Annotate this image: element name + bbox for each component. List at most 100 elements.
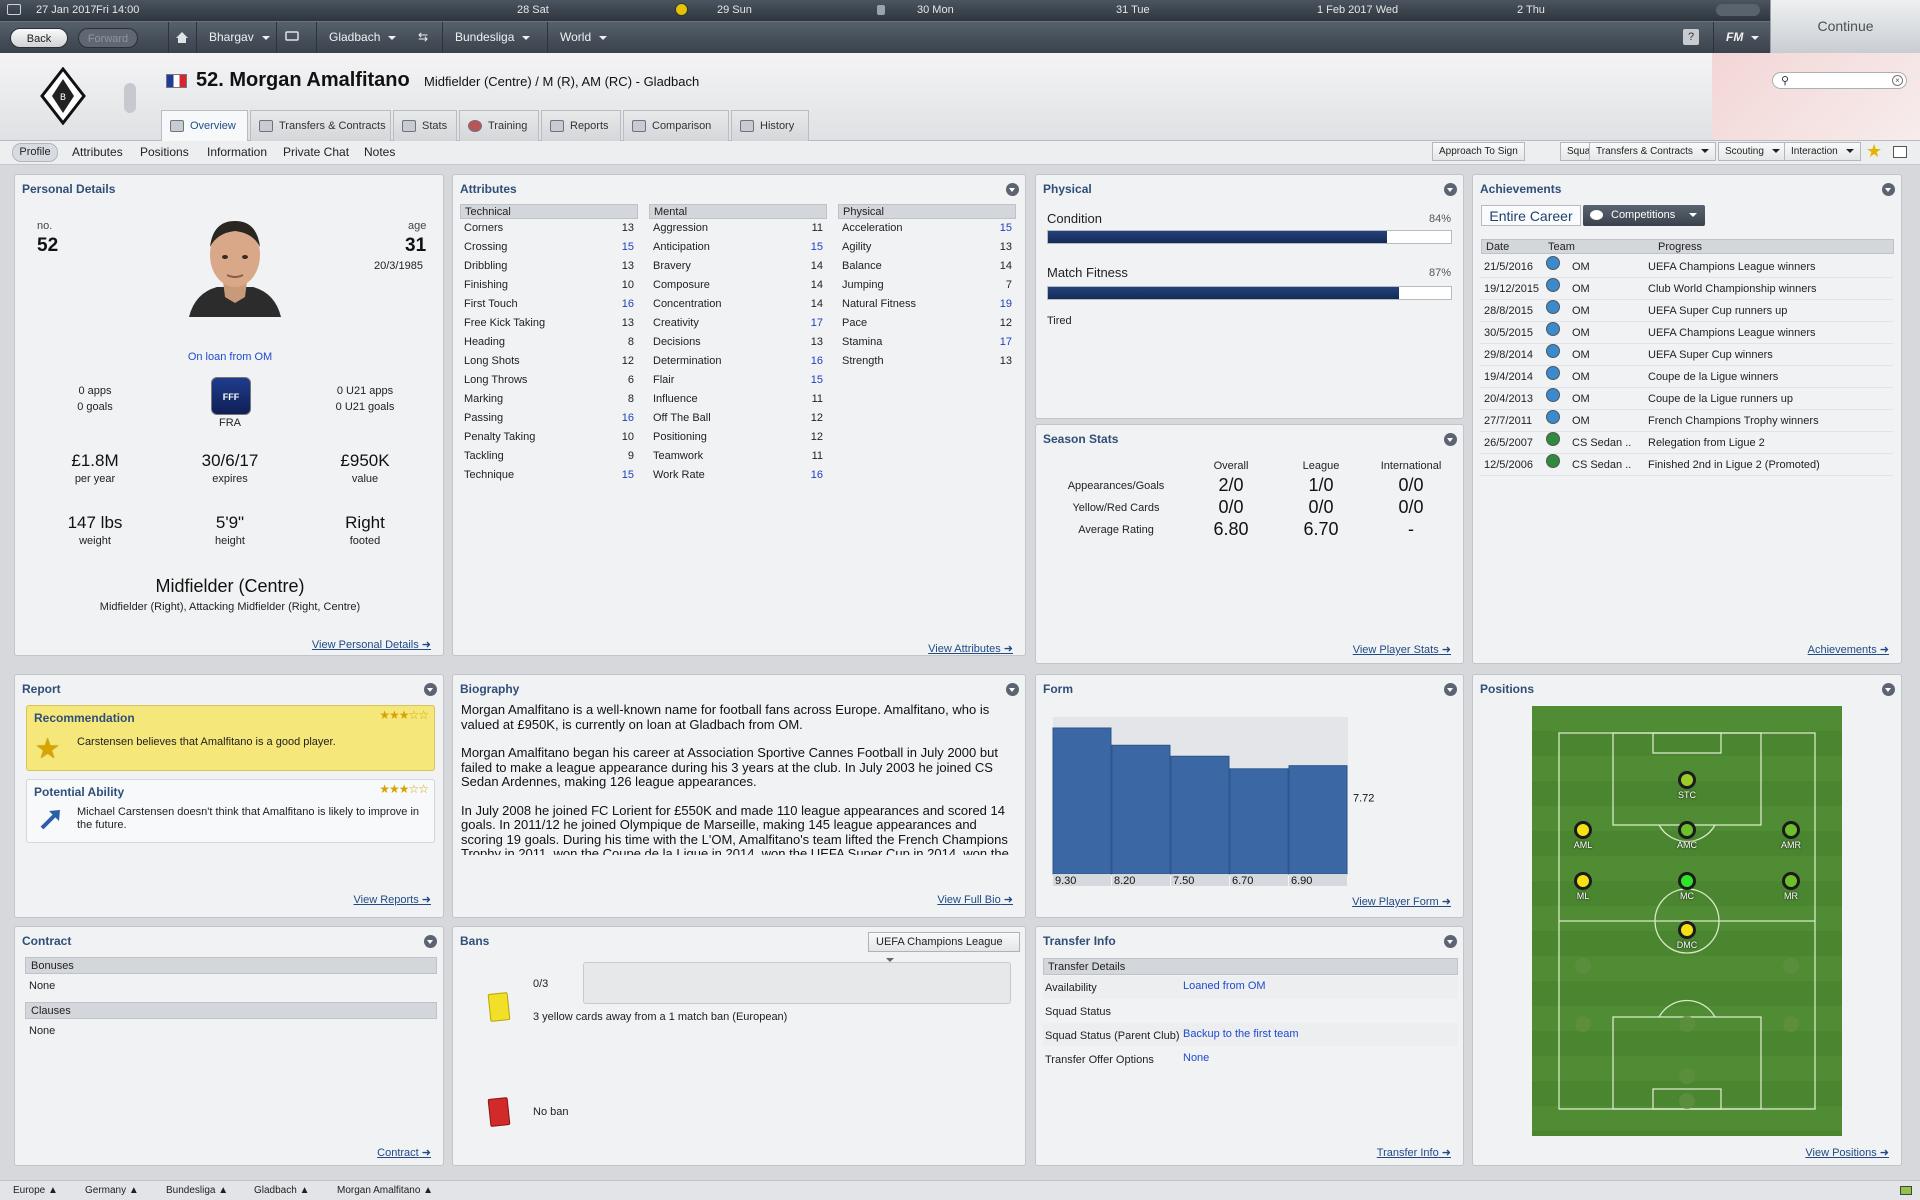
attribute-row[interactable]: Free Kick Taking 13 (460, 314, 638, 333)
attribute-row[interactable]: Finishing 10 (460, 276, 638, 295)
menu-bhargav[interactable]: Bhargav (196, 22, 276, 53)
day-1-feb[interactable]: 1 Feb 2017 Wed (1317, 4, 1398, 16)
achievement-row[interactable]: 21/5/2016 OM UEFA Champions League winners (1480, 256, 1893, 278)
clear-search-icon[interactable]: × (1892, 75, 1903, 86)
crumb-player[interactable]: Morgan Amalfitano ▲ (337, 1185, 433, 1196)
tab-transfers-contracts[interactable]: Transfers & Contracts (250, 110, 391, 141)
panel-menu-icon[interactable] (1444, 935, 1457, 948)
view-attributes-link[interactable]: View Attributes ➜ (928, 642, 1013, 655)
achievement-row[interactable]: 26/5/2007 CS Sedan .. Relegation from Ligu… (1480, 432, 1893, 454)
col-date[interactable]: Date (1486, 240, 1509, 254)
panel-menu-icon[interactable] (1006, 683, 1019, 696)
achievement-row[interactable]: 27/7/2011 OM French Champions Trophy winne… (1480, 410, 1893, 432)
panel-menu-icon[interactable] (1444, 183, 1457, 196)
achievements-link[interactable]: Achievements ➜ (1808, 643, 1889, 656)
attribute-row[interactable]: Marking 8 (460, 390, 638, 409)
tab-overview[interactable]: Overview (161, 110, 248, 142)
attribute-row[interactable]: Determination 16 (649, 352, 827, 371)
attribute-row[interactable]: Teamwork 11 (649, 447, 827, 466)
attribute-row[interactable]: Decisions 13 (649, 333, 827, 352)
form-bar[interactable] (1052, 727, 1112, 875)
attribute-row[interactable]: Creativity 17 (649, 314, 827, 333)
attribute-row[interactable]: First Touch 16 (460, 295, 638, 314)
competition-dropdown[interactable]: UEFA Champions League (868, 932, 1020, 963)
contract-link[interactable]: Contract ➜ (377, 1146, 431, 1159)
attribute-row[interactable]: Influence 11 (649, 390, 827, 409)
continue-button[interactable]: Continue (1770, 0, 1920, 53)
home-icon[interactable] (168, 22, 196, 53)
panel-menu-icon[interactable] (1882, 683, 1895, 696)
subtab-notes[interactable]: Notes (364, 145, 395, 159)
menu-bundesliga[interactable]: Bundesliga (442, 22, 542, 53)
day-28[interactable]: 28 Sat (517, 4, 549, 16)
attribute-row[interactable]: Jumping 7 (838, 276, 1016, 295)
tab-entire-career[interactable]: Entire Career (1481, 205, 1581, 226)
approach-to-sign-button[interactable]: Approach To Sign (1432, 142, 1525, 161)
help-button[interactable]: ? (1683, 29, 1699, 45)
attribute-row[interactable]: Positioning 12 (649, 428, 827, 447)
fm-menu[interactable]: FM (1713, 22, 1770, 53)
achievement-row[interactable]: 29/8/2014 OM UEFA Super Cup winners (1480, 344, 1893, 366)
transfers-menu[interactable]: Transfers & Contracts (1589, 142, 1716, 161)
attribute-row[interactable]: Acceleration 15 (838, 219, 1016, 238)
tab-history[interactable]: History (731, 110, 809, 141)
subtab-attributes[interactable]: Attributes (72, 145, 123, 159)
attribute-row[interactable]: Dribbling 13 (460, 257, 638, 276)
attribute-row[interactable]: Stamina 17 (838, 333, 1016, 352)
form-bar[interactable] (1111, 744, 1171, 875)
form-bar[interactable] (1229, 768, 1289, 875)
view-personal-details-link[interactable]: View Personal Details ➜ (312, 638, 431, 651)
position-rating-dot[interactable] (1678, 821, 1696, 839)
day-30[interactable]: 30 Mon (917, 4, 954, 16)
crumb-europe[interactable]: Europe ▲ (13, 1185, 58, 1196)
day-31[interactable]: 31 Tue (1116, 4, 1150, 16)
position-rating-dot[interactable] (1678, 771, 1696, 789)
attribute-row[interactable]: Passing 16 (460, 409, 638, 428)
attribute-row[interactable]: Technique 15 (460, 466, 638, 485)
position-rating-dot[interactable] (1782, 872, 1800, 890)
attribute-row[interactable]: Natural Fitness 19 (838, 295, 1016, 314)
tab-training[interactable]: Training (459, 110, 539, 141)
panel-menu-icon[interactable] (424, 683, 437, 696)
calendar-scroll-icon[interactable] (1716, 4, 1760, 16)
view-player-stats-link[interactable]: View Player Stats ➜ (1353, 643, 1451, 656)
attribute-row[interactable]: Off The Ball 12 (649, 409, 827, 428)
attribute-row[interactable]: Strength 13 (838, 352, 1016, 371)
tab-comparison[interactable]: Comparison (623, 110, 729, 141)
crumb-gladbach[interactable]: Gladbach ▲ (254, 1185, 310, 1196)
transfer-arrows-icon[interactable]: ⇆ (406, 22, 442, 53)
view-reports-link[interactable]: View Reports ➜ (354, 893, 432, 906)
position-rating-dot[interactable] (1678, 872, 1696, 890)
view-full-bio-link[interactable]: View Full Bio ➜ (937, 893, 1013, 906)
transfer-info-link[interactable]: Transfer Info ➜ (1377, 1146, 1451, 1159)
form-bar[interactable] (1170, 755, 1230, 875)
tab-reports[interactable]: Reports (541, 110, 621, 141)
attribute-row[interactable]: Heading 8 (460, 333, 638, 352)
subtab-positions[interactable]: Positions (140, 145, 189, 159)
attribute-row[interactable]: Penalty Taking 10 (460, 428, 638, 447)
panel-menu-icon[interactable] (1006, 183, 1019, 196)
achievement-row[interactable]: 30/5/2015 OM UEFA Champions League winners (1480, 322, 1893, 344)
view-player-form-link[interactable]: View Player Form ➜ (1352, 895, 1451, 908)
subtab-information[interactable]: Information (207, 145, 267, 159)
achievement-row[interactable]: 12/5/2006 CS Sedan .. Finished 2nd in Ligu… (1480, 454, 1893, 476)
attribute-row[interactable]: Pace 12 (838, 314, 1016, 333)
attribute-row[interactable]: Aggression 11 (649, 219, 827, 238)
position-rating-dot[interactable] (1678, 921, 1696, 939)
panel-menu-icon[interactable] (424, 935, 437, 948)
attribute-row[interactable]: Work Rate 16 (649, 466, 827, 485)
attribute-row[interactable]: Tackling 9 (460, 447, 638, 466)
competitions-dropdown[interactable]: Competitions (1583, 205, 1705, 226)
shortlist-star-icon[interactable]: ★ (1866, 141, 1882, 162)
achievement-row[interactable]: 28/8/2015 OM UEFA Super Cup runners up (1480, 300, 1893, 322)
view-positions-link[interactable]: View Positions ➜ (1805, 1146, 1889, 1159)
attribute-row[interactable]: Concentration 14 (649, 295, 827, 314)
loan-status[interactable]: On loan from OM (125, 351, 335, 363)
col-team[interactable]: Team (1548, 240, 1575, 254)
achievement-row[interactable]: 20/4/2013 OM Coupe de la Ligue runners up (1480, 388, 1893, 410)
panel-menu-icon[interactable] (1882, 183, 1895, 196)
attribute-row[interactable]: Flair 15 (649, 371, 827, 390)
menu-gladbach[interactable]: Gladbach (316, 22, 406, 53)
achievement-row[interactable]: 19/12/2015 OM Club World Championship winn… (1480, 278, 1893, 300)
day-2[interactable]: 2 Thu (1517, 4, 1545, 16)
